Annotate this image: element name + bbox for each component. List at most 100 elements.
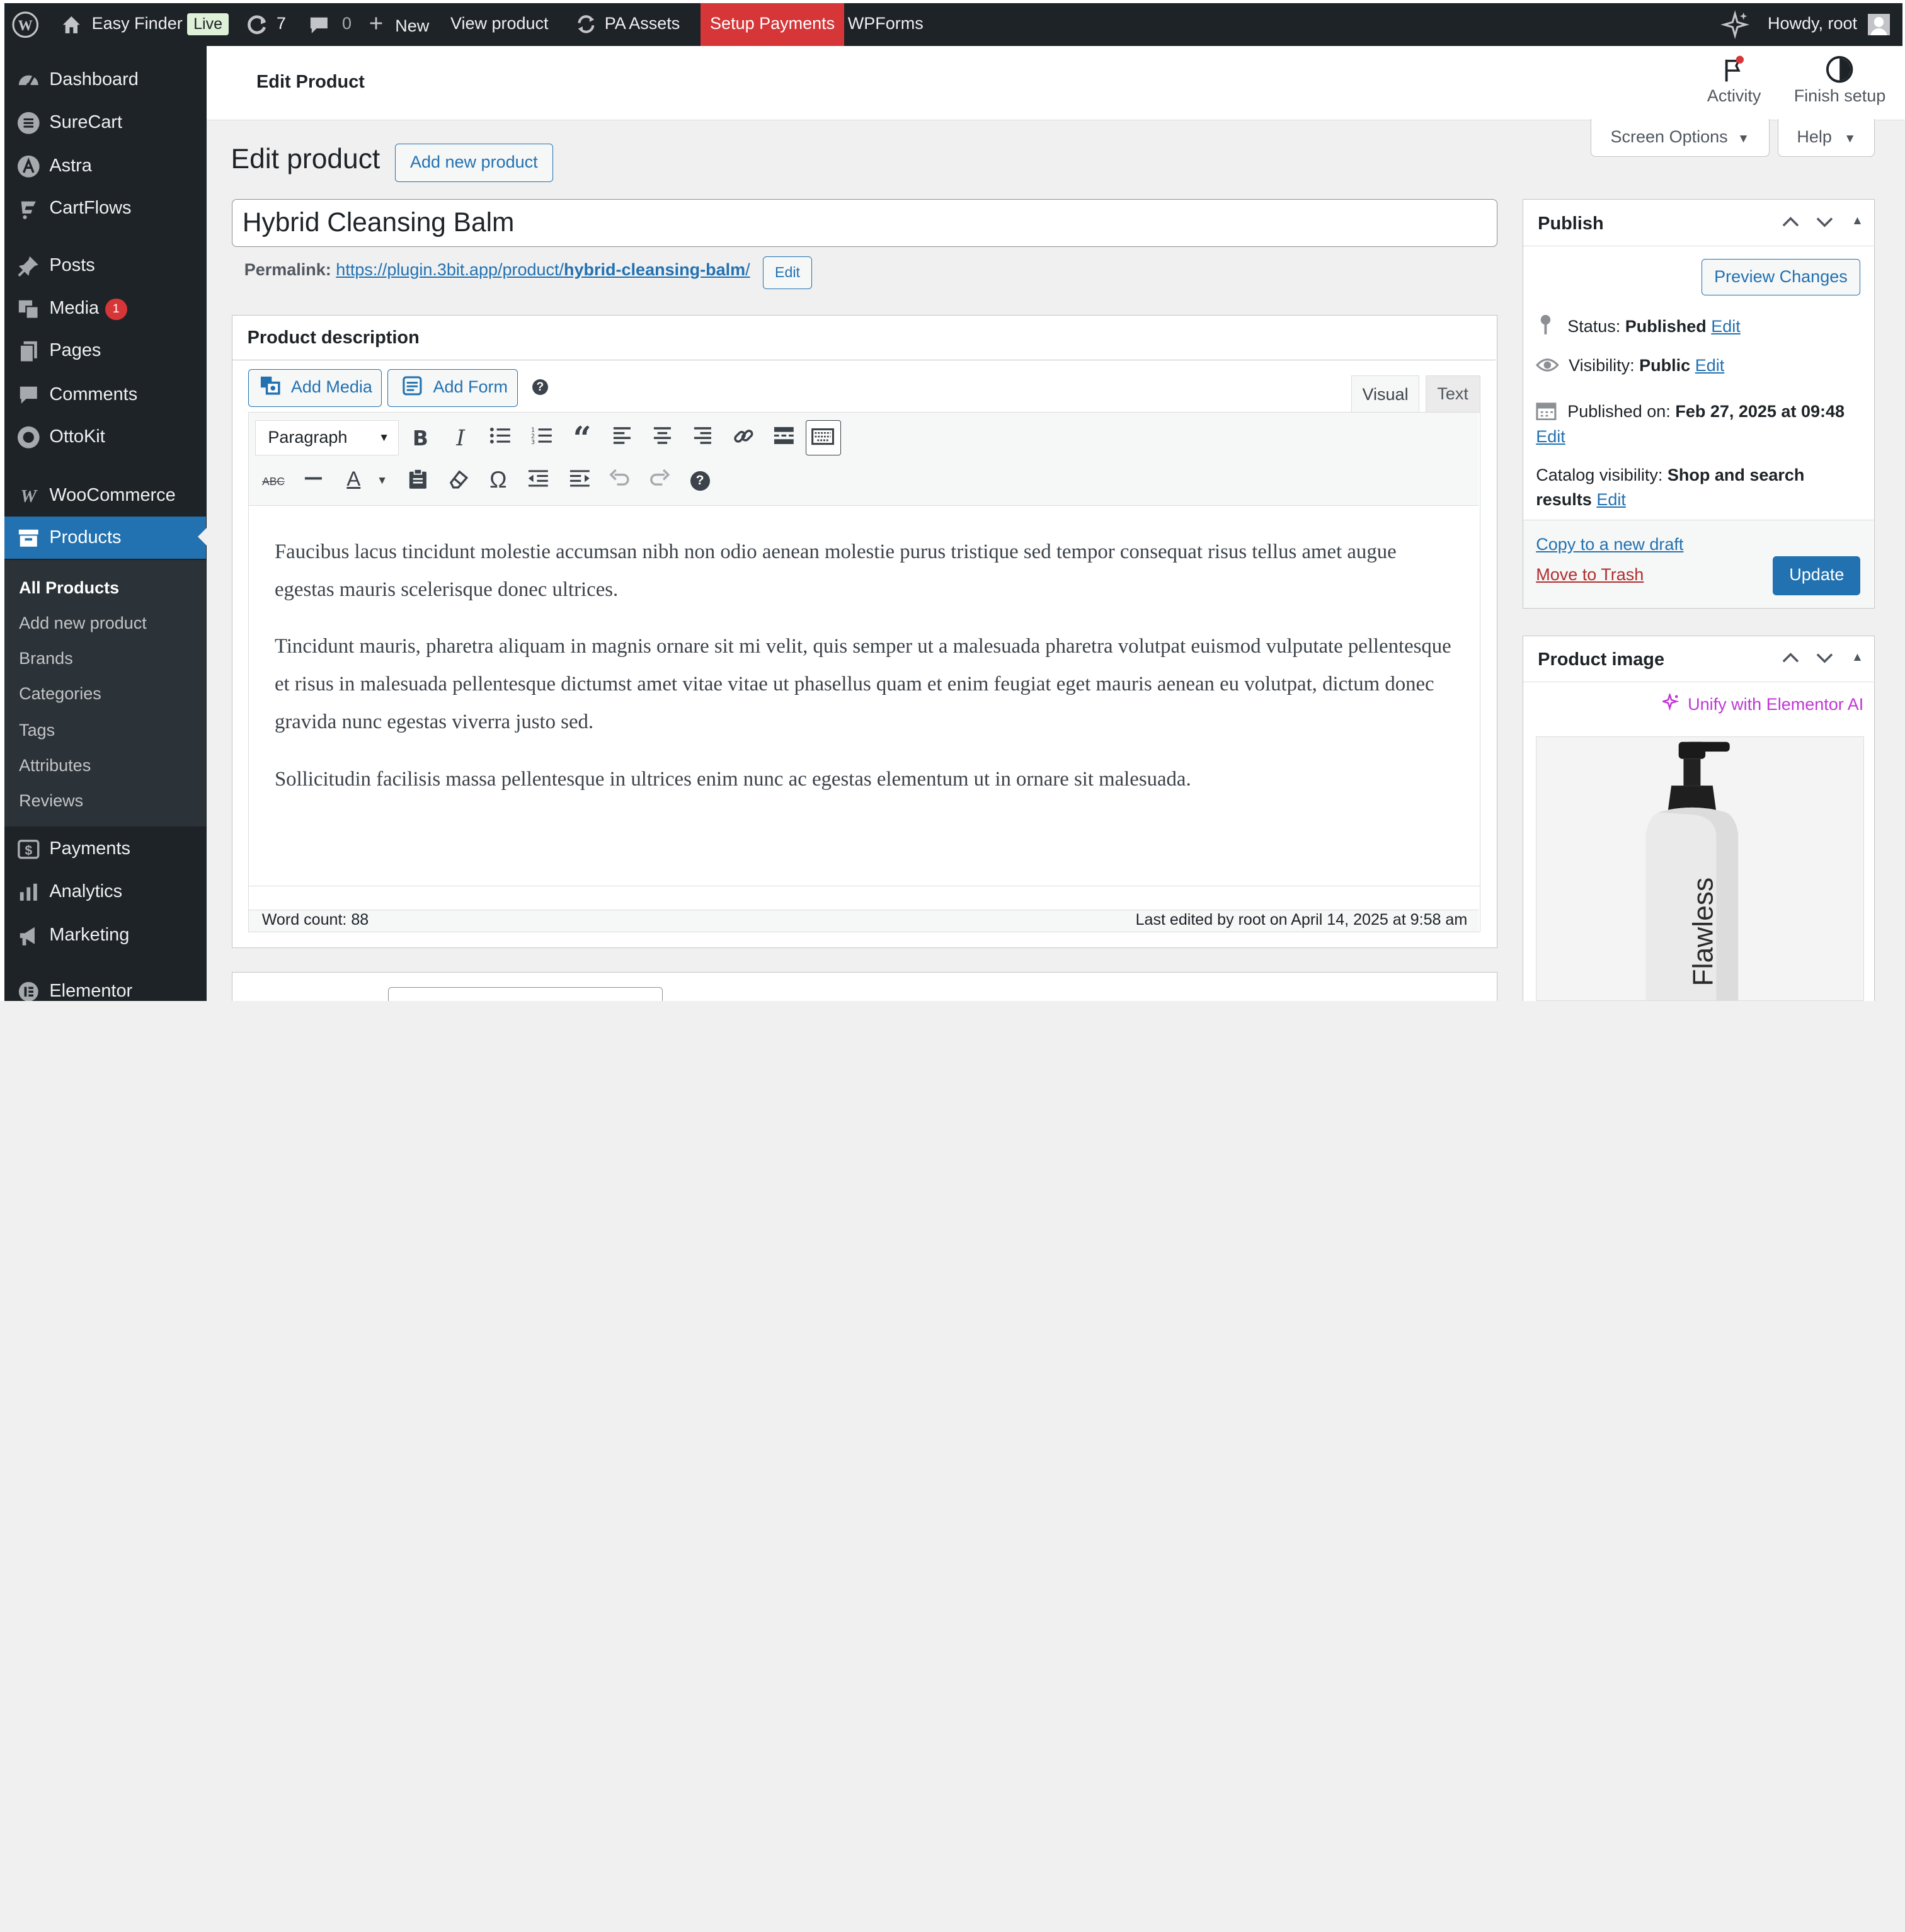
sidebar-item-ottokit[interactable]: OttoKit xyxy=(4,416,206,459)
link-icon[interactable] xyxy=(730,425,757,452)
move-to-trash-link[interactable]: Move to Trash xyxy=(1536,565,1644,585)
redo-icon[interactable] xyxy=(646,468,673,494)
published-edit-link[interactable]: Edit xyxy=(1536,427,1565,446)
sidebar-item-astra[interactable]: Astra xyxy=(4,145,206,188)
content-paragraph-2[interactable]: Tincidunt mauris, pharetra aliquam in ma… xyxy=(275,628,1453,741)
sidebar-item-woocommerce[interactable]: W WooCommerce xyxy=(4,474,206,517)
view-product-link[interactable]: View product xyxy=(450,3,549,46)
add-form-button[interactable]: Add Form xyxy=(387,369,518,408)
content-paragraph-3[interactable]: Sollicitudin facilisis massa pellentesqu… xyxy=(275,761,1453,799)
undo-icon[interactable] xyxy=(607,468,633,494)
sidebar-item-analytics[interactable]: Analytics xyxy=(4,870,206,913)
chart-bar-icon xyxy=(16,880,41,905)
elementor-ai-link[interactable]: Unify with Elementor AI xyxy=(1660,692,1863,714)
toggle-arrow-icon[interactable]: ▲ xyxy=(1851,214,1863,228)
submenu-attributes[interactable]: Attributes xyxy=(19,756,91,775)
text-color-icon[interactable]: A xyxy=(340,466,367,492)
format-select[interactable]: Paragraph ▼ xyxy=(255,420,399,456)
strikethrough-icon[interactable]: ABC xyxy=(260,468,287,494)
italic-icon[interactable]: I xyxy=(447,425,474,452)
align-left-icon[interactable] xyxy=(609,425,635,452)
screen-options-button[interactable]: Screen Options ▼ xyxy=(1591,119,1770,157)
sparkle-icon[interactable] xyxy=(1720,3,1749,46)
read-more-icon[interactable] xyxy=(770,425,797,452)
updates-link[interactable]: 7 xyxy=(245,3,286,46)
help-icon[interactable]: ? xyxy=(532,379,548,395)
submenu-all-products[interactable]: All Products xyxy=(19,578,119,598)
setup-payments-link[interactable]: Setup Payments xyxy=(701,3,844,46)
pa-assets-link[interactable]: PA Assets xyxy=(576,3,680,46)
blockquote-icon[interactable]: “ xyxy=(569,423,595,454)
chevron-down-icon[interactable] xyxy=(1815,212,1834,236)
sidebar-item-dashboard[interactable]: Dashboard xyxy=(4,59,206,101)
sidebar-item-payments[interactable]: $ Payments xyxy=(4,828,206,871)
sidebar-item-cartflows[interactable]: CartFlows xyxy=(4,187,206,230)
bold-icon[interactable]: B xyxy=(407,425,433,452)
permalink-edit-button[interactable]: Edit xyxy=(763,256,812,290)
submenu-add-new-product[interactable]: Add new product xyxy=(19,614,147,633)
keyboard-shortcuts-icon[interactable]: ? xyxy=(690,471,710,491)
comments-link[interactable]: 0 xyxy=(308,3,352,46)
product-title-value: Hybrid Cleansing Balm xyxy=(242,207,515,237)
add-media-button[interactable]: Add Media xyxy=(248,369,382,408)
svg-text:3: 3 xyxy=(531,439,535,445)
permalink-url[interactable]: https://plugin.3bit.app/product/hybrid-c… xyxy=(336,260,750,279)
update-button[interactable]: Update xyxy=(1773,556,1861,596)
paste-text-icon[interactable] xyxy=(404,468,431,494)
content-paragraph-1[interactable]: Faucibus lacus tincidunt molestie accums… xyxy=(275,534,1453,609)
copy-to-draft-link[interactable]: Copy to a new draft xyxy=(1536,535,1683,554)
add-new-product-button[interactable]: Add new product xyxy=(394,143,553,183)
sidebar-item-pages[interactable]: Pages xyxy=(4,329,206,372)
comment-icon xyxy=(16,383,41,408)
sidebar-item-surecart[interactable]: SureCart xyxy=(4,101,206,144)
sidebar-item-comments[interactable]: Comments xyxy=(4,373,206,416)
calendar-icon xyxy=(1536,402,1557,421)
toolbar-toggle-icon[interactable] xyxy=(805,420,841,456)
indent-icon[interactable] xyxy=(566,468,593,494)
triangle-down-icon[interactable]: ▼ xyxy=(377,474,387,487)
product-title-input[interactable]: Hybrid Cleansing Balm xyxy=(232,199,1497,247)
outdent-icon[interactable] xyxy=(525,468,551,494)
toggle-arrow-icon[interactable]: ▲ xyxy=(1851,651,1863,665)
my-account-link[interactable]: Howdy, root xyxy=(1768,3,1890,46)
chevron-up-icon[interactable] xyxy=(1781,648,1800,672)
help-button[interactable]: Help ▼ xyxy=(1778,119,1875,157)
submenu-brands[interactable]: Brands xyxy=(19,649,73,668)
bullet-list-icon[interactable] xyxy=(488,425,514,452)
tab-visual[interactable]: Visual xyxy=(1351,375,1420,413)
sidebar-item-products[interactable]: Products xyxy=(4,516,208,559)
align-right-icon[interactable] xyxy=(689,425,716,452)
last-edited: Last edited by root on April 14, 2025 at… xyxy=(1135,910,1468,929)
wpforms-link[interactable]: WPForms xyxy=(848,3,924,46)
finish-setup-button[interactable]: Finish setup xyxy=(1788,55,1891,115)
site-name-link[interactable]: Easy Finder Live xyxy=(60,3,229,46)
clear-formatting-icon[interactable] xyxy=(445,468,471,494)
special-character-icon[interactable]: Ω xyxy=(485,467,512,493)
align-center-icon[interactable] xyxy=(649,425,675,452)
sidebar-item-marketing[interactable]: Marketing xyxy=(4,914,206,957)
chevron-up-icon[interactable] xyxy=(1781,212,1800,236)
product-image-thumbnail[interactable]: Flawless xyxy=(1536,736,1865,1002)
preview-changes-button[interactable]: Preview Changes xyxy=(1701,258,1861,295)
archive-icon xyxy=(16,526,41,551)
new-content-link[interactable]: + New xyxy=(369,3,430,46)
home-icon xyxy=(60,14,83,33)
wordpress-logo-icon[interactable]: W xyxy=(11,3,38,46)
submenu-reviews[interactable]: Reviews xyxy=(19,791,83,811)
numbered-list-icon[interactable]: 123 xyxy=(529,425,555,452)
sidebar-item-elementor[interactable]: Elementor xyxy=(4,969,206,1002)
sidebar-item-posts[interactable]: Posts xyxy=(4,244,206,287)
catalog-edit-link[interactable]: Edit xyxy=(1596,490,1626,509)
activity-button[interactable]: Activity xyxy=(1696,55,1772,115)
horizontal-line-icon[interactable] xyxy=(300,468,326,494)
visibility-edit-link[interactable]: Edit xyxy=(1695,356,1725,375)
chevron-down-icon[interactable] xyxy=(1815,648,1834,672)
tab-text[interactable]: Text xyxy=(1425,375,1480,412)
status-edit-link[interactable]: Edit xyxy=(1711,317,1741,336)
page-title: Edit product xyxy=(231,143,380,174)
submenu-categories[interactable]: Categories xyxy=(19,684,101,704)
sidebar-item-media[interactable]: Media 1 xyxy=(4,287,206,329)
submenu-tags[interactable]: Tags xyxy=(19,721,55,740)
status-row: Status: Published Edit xyxy=(1536,314,1741,336)
sync-icon xyxy=(576,14,597,34)
